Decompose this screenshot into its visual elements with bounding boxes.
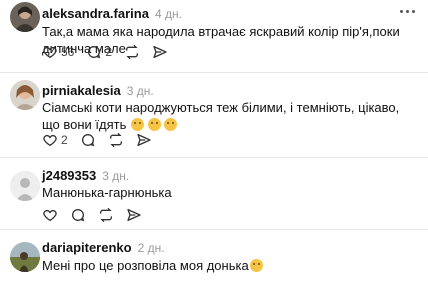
username-link[interactable]: dariapiterenko xyxy=(42,240,132,255)
heart-icon xyxy=(43,209,57,222)
avatar[interactable] xyxy=(10,242,40,272)
comment-text: Сіамські коти народжуються теж білими, і… xyxy=(42,99,410,133)
more-icon[interactable] xyxy=(400,10,416,14)
comment-username[interactable]: j2489353 3 дн. xyxy=(42,168,129,183)
comment-item: dariapiterenko 2 дн. Мені про це розповіл… xyxy=(0,230,428,294)
comment-timestamp: 3 дн. xyxy=(102,169,130,183)
heart-icon xyxy=(43,134,57,147)
comment-icon xyxy=(72,209,85,222)
avatar[interactable] xyxy=(10,171,40,201)
comment-timestamp: 3 дн. xyxy=(126,84,154,98)
comment-username[interactable]: pirniakalesia 3 дн. xyxy=(42,83,154,98)
comment-icon xyxy=(88,46,101,59)
reply-button[interactable]: 2 xyxy=(86,44,112,60)
comment-item: j2489353 3 дн. Манюнька-гарнюнька xyxy=(0,158,428,228)
repost-icon xyxy=(109,132,122,148)
avatar[interactable] xyxy=(10,80,40,110)
share-icon xyxy=(137,134,151,146)
comment-item: pirniakalesia 3 дн. Сіамські коти народжу… xyxy=(0,73,428,156)
reply-count: 2 xyxy=(105,45,113,59)
repost-button[interactable] xyxy=(124,44,140,60)
laughing-emoji-icon xyxy=(164,118,178,131)
username-link[interactable]: j2489353 xyxy=(42,168,96,183)
like-count: 56 xyxy=(61,45,75,59)
share-button[interactable] xyxy=(136,132,152,148)
comment-icon xyxy=(81,134,95,147)
like-button[interactable] xyxy=(42,207,58,223)
heart-icon xyxy=(43,46,57,59)
laughing-emoji-icon xyxy=(147,118,161,131)
like-count: 2 xyxy=(61,133,68,147)
share-button[interactable] xyxy=(126,207,142,223)
comment-text-content: Сіамські коти народжуються теж білими, і… xyxy=(42,100,400,132)
repost-button[interactable] xyxy=(98,207,114,223)
like-button[interactable]: 56 xyxy=(42,44,74,60)
comment-text: Манюнька-гарнюнька xyxy=(42,185,172,200)
repost-icon xyxy=(126,44,139,60)
username-link[interactable]: pirniakalesia xyxy=(42,83,121,98)
share-icon xyxy=(127,209,141,221)
repost-button[interactable] xyxy=(108,132,124,148)
like-button[interactable]: 2 xyxy=(42,132,68,148)
avatar[interactable] xyxy=(10,2,40,32)
smiling-emoji-icon xyxy=(249,259,263,272)
comment-text: Мені про це розповіла моя донька xyxy=(42,257,410,274)
comment-username[interactable]: aleksandra.farina 4 дн. xyxy=(42,6,182,21)
reply-button[interactable] xyxy=(80,132,96,148)
reply-button[interactable] xyxy=(70,207,86,223)
comment-username[interactable]: dariapiterenko 2 дн. xyxy=(42,240,165,255)
username-link[interactable]: aleksandra.farina xyxy=(42,6,149,21)
repost-icon xyxy=(100,207,112,223)
laughing-emoji-icon xyxy=(131,118,145,131)
comment-actions: 2 xyxy=(42,131,164,149)
comment-text-content: Мені про це розповіла моя донька xyxy=(42,258,249,273)
share-button[interactable] xyxy=(152,44,168,60)
comment-item: aleksandra.farina 4 дн. Так,а мама яка на… xyxy=(0,0,428,70)
comment-timestamp: 4 дн. xyxy=(154,7,182,21)
comment-actions xyxy=(42,206,154,224)
comment-actions: 56 2 xyxy=(42,43,180,61)
share-icon xyxy=(153,46,167,58)
comment-timestamp: 2 дн. xyxy=(137,241,165,255)
